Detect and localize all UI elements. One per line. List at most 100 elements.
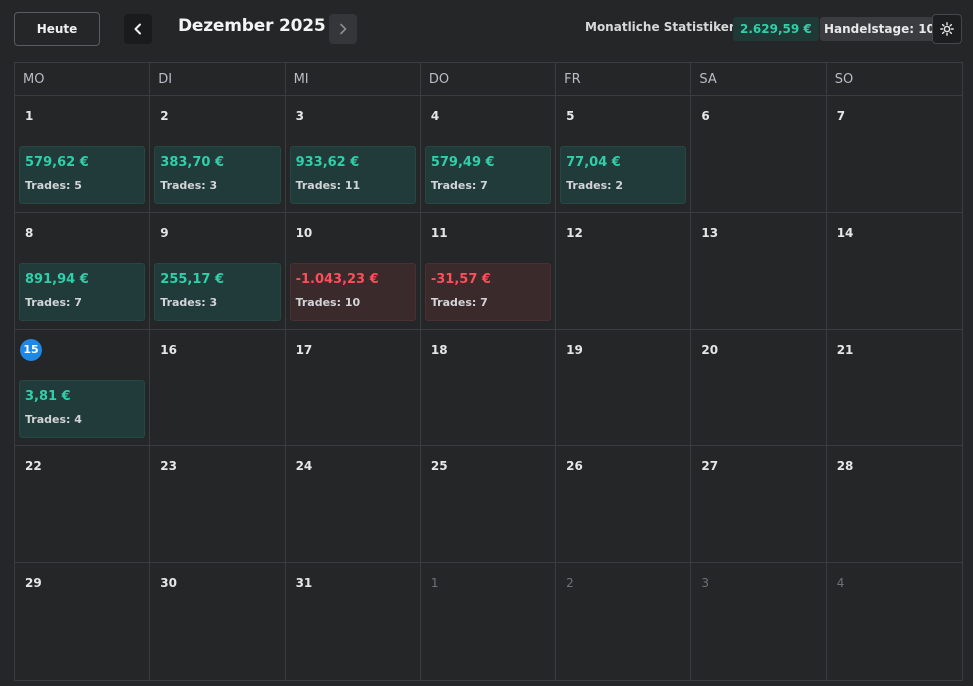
today-button[interactable]: Heute: [14, 12, 100, 46]
day-cell[interactable]: 14: [826, 213, 962, 330]
day-cell[interactable]: 17: [285, 329, 421, 447]
day-number: 12: [566, 225, 583, 240]
day-number: 18: [430, 342, 448, 357]
day-cell[interactable]: 9 255,17 € Trades: 3: [150, 212, 286, 330]
monthly-stats-value: 2.629,59 €: [733, 17, 819, 41]
weekday-header-so: SO: [826, 63, 962, 96]
day-cell[interactable]: 25: [420, 446, 557, 564]
day-cell[interactable]: 22: [15, 446, 151, 564]
day-cell[interactable]: 28: [826, 446, 962, 564]
gear-icon: [940, 22, 954, 36]
day-number: 7: [836, 109, 846, 123]
day-cell[interactable]: 3: [691, 563, 827, 680]
day-number: 5: [566, 109, 575, 123]
settings-button[interactable]: [932, 14, 962, 44]
day-number: 1: [430, 576, 439, 591]
daily-pnl-amount: 933,62 €: [295, 155, 360, 170]
day-number: 30: [160, 576, 177, 591]
daily-profit-summary[interactable]: 77,04 € Trades: 2: [560, 146, 687, 204]
day-number: 3: [295, 109, 304, 123]
day-cell[interactable]: 12: [556, 212, 692, 330]
daily-profit-summary[interactable]: 383,70 € Trades: 3: [154, 146, 281, 204]
day-cell[interactable]: 2: [556, 563, 692, 680]
day-number: 23: [160, 459, 177, 474]
day-cell[interactable]: 31: [286, 563, 421, 680]
weekday-header-do: DO: [420, 63, 557, 96]
day-number: 8: [25, 225, 34, 240]
day-number: 10: [295, 225, 313, 240]
day-cell[interactable]: 10 -1.043,23 € Trades: 10: [285, 212, 421, 330]
daily-loss-summary[interactable]: -31,57 € Trades: 7: [424, 262, 552, 321]
daily-profit-summary[interactable]: 891,94 € Trades: 7: [19, 262, 146, 321]
month-title: Dezember 2025: [178, 16, 326, 36]
day-cell[interactable]: 7: [826, 96, 962, 213]
weekday-header-sa: SA: [691, 63, 827, 96]
day-cell[interactable]: 1 579,62 € Trades: 5: [15, 96, 151, 213]
daily-pnl-amount: 579,62 €: [25, 155, 89, 170]
day-cell[interactable]: 2 383,70 € Trades: 3: [150, 96, 286, 213]
daily-trade-count: Trades: 3: [160, 179, 218, 192]
day-cell[interactable]: 18: [420, 329, 557, 447]
day-cell[interactable]: 24: [285, 446, 421, 564]
day-cell[interactable]: 30: [150, 563, 286, 680]
daily-trade-count: Trades: 7: [430, 295, 488, 309]
monthly-stats-label: Monatliche Statistiken:: [585, 20, 743, 34]
day-cell-today[interactable]: 15 3,81 € Trades: 4: [15, 329, 151, 447]
daily-trade-count: Trades: 10: [295, 295, 361, 309]
daily-profit-summary[interactable]: 579,62 € Trades: 5: [19, 146, 146, 204]
trading-days-badge: Handelstage: 10: [820, 17, 939, 41]
daily-pnl-amount: 383,70 €: [160, 155, 225, 170]
day-cell[interactable]: 3 933,62 € Trades: 11: [285, 96, 421, 213]
day-cell[interactable]: 26: [556, 446, 692, 564]
day-cell[interactable]: 19: [556, 329, 692, 447]
daily-profit-summary[interactable]: 579,49 € Trades: 7: [424, 146, 552, 204]
calendar-toolbar: Heute Dezember 2025 Monatliche Statistik…: [0, 0, 973, 62]
daily-trade-count: Trades: 7: [25, 295, 82, 309]
day-cell[interactable]: 23: [150, 446, 286, 564]
daily-profit-summary[interactable]: 3,81 € Trades: 4: [19, 379, 146, 438]
prev-month-button[interactable]: [124, 14, 152, 44]
day-cell[interactable]: 4: [827, 563, 962, 680]
day-number: 26: [566, 459, 583, 474]
chevron-right-icon: [340, 23, 347, 35]
daily-trade-count: Trades: 2: [566, 179, 624, 192]
day-cell[interactable]: 20: [691, 329, 827, 447]
day-number: 21: [836, 342, 854, 357]
daily-pnl-amount: 77,04 €: [566, 155, 621, 170]
daily-trade-count: Trades: 5: [25, 179, 82, 192]
daily-pnl-amount: 3,81 €: [25, 388, 71, 404]
day-cell[interactable]: 8 891,94 € Trades: 7: [15, 212, 151, 330]
day-cell[interactable]: 11 -31,57 € Trades: 7: [420, 212, 557, 330]
day-number: 28: [836, 459, 854, 474]
day-cell[interactable]: 27: [691, 446, 827, 564]
day-number: 17: [295, 342, 313, 357]
day-number: 11: [430, 225, 448, 240]
day-number: 4: [836, 576, 845, 591]
day-number: 3: [701, 576, 710, 591]
day-cell[interactable]: 29: [15, 563, 151, 680]
next-month-button[interactable]: [329, 14, 357, 44]
day-cell[interactable]: 13: [691, 212, 827, 330]
day-number: 20: [701, 342, 719, 357]
daily-profit-summary[interactable]: 933,62 € Trades: 11: [289, 146, 416, 204]
daily-profit-summary[interactable]: 255,17 € Trades: 3: [154, 262, 281, 321]
day-number: 16: [160, 342, 177, 357]
day-cell[interactable]: 6: [691, 96, 827, 213]
day-cell[interactable]: 1: [421, 563, 557, 680]
day-number: 9: [160, 225, 169, 240]
daily-trade-count: Trades: 11: [295, 179, 361, 192]
day-cell[interactable]: 5 77,04 € Trades: 2: [556, 96, 692, 213]
day-cell[interactable]: 4 579,49 € Trades: 7: [420, 96, 557, 213]
daily-trade-count: Trades: 3: [160, 295, 218, 309]
daily-loss-summary[interactable]: -1.043,23 € Trades: 10: [289, 262, 416, 321]
day-cell[interactable]: 21: [826, 330, 962, 447]
daily-trade-count: Trades: 7: [430, 179, 488, 192]
day-cell[interactable]: 16: [150, 329, 286, 447]
weekday-header-fr: FR: [556, 63, 692, 96]
daily-pnl-amount: 579,49 €: [430, 155, 495, 170]
daily-trade-count: Trades: 4: [25, 412, 82, 426]
day-number: 2: [566, 576, 574, 591]
day-number: 27: [701, 459, 719, 474]
day-number: 29: [25, 576, 42, 591]
daily-pnl-amount: -1.043,23 €: [295, 271, 379, 287]
